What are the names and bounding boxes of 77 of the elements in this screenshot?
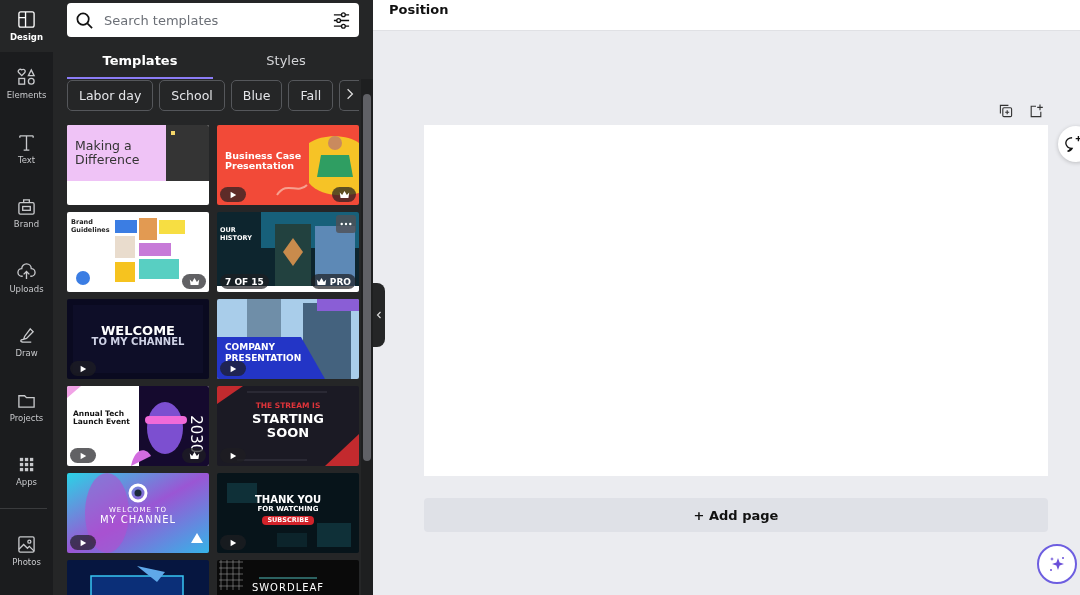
briefcase-icon [17,197,36,217]
thumbnail-text: COMPANY [225,342,276,354]
sidebar-item[interactable]: Uploads [0,245,53,310]
play-button[interactable] [70,361,96,376]
more-icon [340,222,352,226]
crown-icon [188,277,200,286]
thumbnail-text: Difference [75,152,140,167]
image-icon [17,534,36,554]
sidebar-item[interactable]: Design [0,0,53,52]
sidebar-item[interactable]: Text [0,116,53,181]
page-count: 7 OF 15 [220,274,269,289]
comment-add-icon [1064,135,1080,153]
play-icon [229,538,237,547]
sidebar-item[interactable]: Elements [0,52,53,117]
thumbnail-text: Presentation [225,160,295,171]
filter-chip[interactable]: Blue [230,80,283,111]
template-thumbnail[interactable]: WELCOME TO MY CHANNEL [67,299,209,379]
thumbnail-text: MY CHANNEL [99,514,177,525]
thumbnail-text: 2030 [187,415,205,454]
template-thumbnail[interactable]: Business Case Presentation [217,125,359,205]
crown-icon [315,277,327,286]
sidebar-item[interactable]: Photos [0,518,53,583]
thumbnail-text: TO MY CHANNEL [91,337,185,347]
play-button[interactable] [220,535,246,550]
thumbnail-text: SWORDLEAF [251,582,325,593]
template-thumbnail[interactable]: COMPANY PRESENTATION [217,299,359,379]
sidebar-item[interactable]: Projects [0,374,53,439]
sidebar-item[interactable]: Brand [0,181,53,246]
thumbnail-text: Making a [75,139,133,153]
crown-icon [338,190,350,199]
thumbnail-text: SOON [266,425,310,440]
play-icon [229,451,237,460]
thumbnail-text: PRESENTATION [225,353,302,365]
play-button[interactable] [220,361,246,376]
more-button[interactable] [336,215,356,233]
chevron-left-icon [376,310,382,320]
thumbnail-text: Business Case [225,151,302,161]
toolbar-title: Position [389,1,449,17]
pro-label: PRO [329,276,351,287]
thumbnail-text: WELCOME [101,324,175,337]
chevron-right-icon [345,88,354,100]
pen-icon [17,326,36,346]
panel-tab[interactable]: Styles [213,45,359,79]
search-bar[interactable]: Search templates [67,3,359,37]
sidebar-item[interactable]: Draw [0,310,53,375]
search-icon [75,10,94,30]
play-icon [229,364,237,373]
play-icon [79,451,87,460]
play-button[interactable] [70,448,96,463]
magic-button[interactable] [1037,544,1077,584]
scrollbar-thumb[interactable] [363,94,371,461]
sidebar-item[interactable]: Apps [0,439,53,504]
sparkle-icon [1047,554,1067,574]
search-field[interactable]: Search templates [102,11,324,29]
shapes-icon [17,68,36,88]
play-icon [79,538,87,547]
thumbnail-text: THANK YOU [254,495,321,505]
filter-chip[interactable]: Fall [288,80,334,111]
add-page-icon[interactable] [1028,103,1044,119]
layout-icon [17,10,36,29]
template-thumbnail[interactable]: Making a Difference [67,125,209,205]
filter-icon[interactable] [332,10,351,30]
text-icon [17,132,36,152]
add-page-button[interactable]: + Add page [424,498,1048,532]
duplicate-icon[interactable] [998,103,1014,119]
play-icon [229,190,237,199]
play-button[interactable] [220,187,246,202]
template-thumbnail[interactable]: SWORDLEAF [217,560,359,595]
crown-icon [188,451,200,460]
next-button[interactable] [339,80,359,111]
cloud-upload-icon [17,261,36,281]
collapse-handle[interactable] [373,283,385,347]
play-icon [79,364,87,373]
play-button[interactable] [70,535,96,550]
filter-chip[interactable]: Labor day [67,80,154,111]
thumbnail-text: STARTING [252,411,324,426]
filter-chip[interactable]: School [159,80,225,111]
